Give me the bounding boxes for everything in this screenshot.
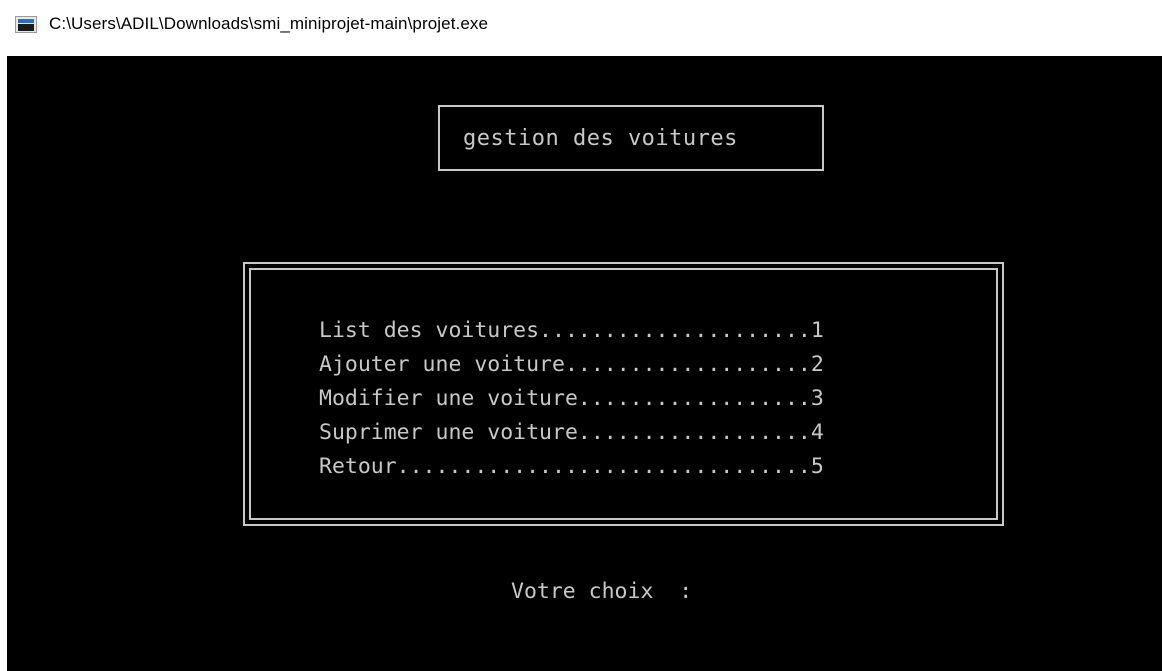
menu-item-delete-car[interactable]: Suprimer une voiture..................4 xyxy=(319,416,824,450)
menu-item-list-cars[interactable]: List des voitures.....................1 xyxy=(319,314,824,348)
choice-prompt-row: Votre choix : xyxy=(511,572,825,604)
menu-list: List des voitures.....................1 … xyxy=(319,314,824,484)
console-app-icon-bar xyxy=(18,19,34,23)
console-app-icon-screen xyxy=(18,24,34,31)
window-titlebar: C:\Users\ADIL\Downloads\smi_miniprojet-m… xyxy=(0,0,1162,52)
console-area[interactable]: gestion des voitures List des voitures..… xyxy=(7,56,1162,671)
console-app-icon[interactable] xyxy=(15,16,37,33)
choice-prompt-label: Votre choix : xyxy=(511,579,693,604)
choice-input[interactable] xyxy=(705,572,825,598)
menu-item-return[interactable]: Retour................................5 xyxy=(319,450,824,484)
menu-item-add-car[interactable]: Ajouter une voiture...................2 xyxy=(319,348,824,382)
menu-item-modify-car[interactable]: Modifier une voiture..................3 xyxy=(319,382,824,416)
page-title: gestion des voitures xyxy=(463,126,738,151)
window-title: C:\Users\ADIL\Downloads\smi_miniprojet-m… xyxy=(49,14,489,33)
